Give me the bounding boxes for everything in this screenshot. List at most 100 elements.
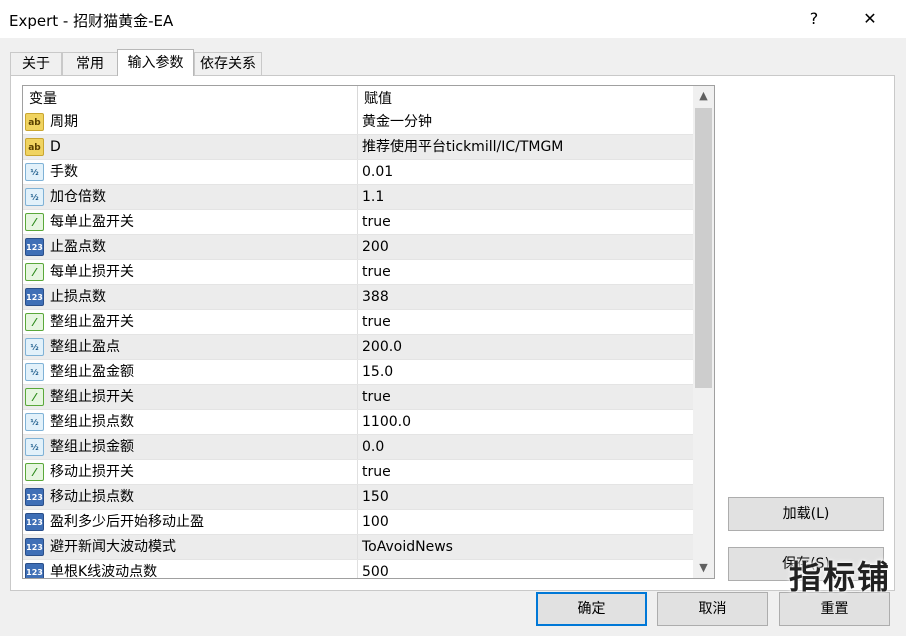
- parameter-value[interactable]: 150: [362, 485, 389, 509]
- parameter-name: 整组止损金额: [50, 439, 134, 455]
- cell-divider: [357, 110, 358, 134]
- parameter-value[interactable]: ToAvoidNews: [362, 535, 453, 559]
- column-divider[interactable]: [357, 86, 358, 110]
- ok-button[interactable]: 确定: [536, 592, 647, 626]
- table-row[interactable]: ½ 整组止盈点 200.0: [23, 335, 693, 360]
- window-title: Expert - 招财猫黄金-EA: [9, 12, 174, 30]
- parameter-name: D: [50, 139, 61, 155]
- parameter-name: 移动止损点数: [50, 489, 134, 505]
- scroll-thumb[interactable]: [695, 108, 712, 388]
- int-icon: 123: [25, 288, 44, 306]
- table-row[interactable]: ab D 推荐使用平台tickmill/IC/TMGM: [23, 135, 693, 160]
- cell-divider: [357, 460, 358, 484]
- cell-divider: [357, 310, 358, 334]
- parameter-value[interactable]: 500: [362, 560, 389, 578]
- tab-dependencies[interactable]: 依存关系: [194, 52, 262, 75]
- scroll-down-icon[interactable]: ▼: [693, 558, 714, 578]
- parameter-name: 整组止盈金额: [50, 364, 134, 380]
- tab-panel: 变量 赋值 ab 周期 黄金一分钟 ab D 推荐使用平台tickmill/IC/TMGM…: [10, 75, 895, 591]
- help-button[interactable]: ?: [794, 6, 834, 32]
- parameter-value[interactable]: true: [362, 385, 391, 409]
- table-row[interactable]: 123 单根K线波动点数 500: [23, 560, 693, 578]
- parameter-name: 整组止损点数: [50, 414, 134, 430]
- parameter-name: 盈利多少后开始移动止盈: [50, 514, 204, 530]
- table-row[interactable]: ⁄ 每单止盈开关 true: [23, 210, 693, 235]
- parameter-value[interactable]: 100: [362, 510, 389, 534]
- table-row[interactable]: ⁄ 移动止损开关 true: [23, 460, 693, 485]
- table-row[interactable]: ½ 手数 0.01: [23, 160, 693, 185]
- table-row[interactable]: ⁄ 每单止损开关 true: [23, 260, 693, 285]
- table-row[interactable]: 123 盈利多少后开始移动止盈 100: [23, 510, 693, 535]
- parameter-value[interactable]: true: [362, 460, 391, 484]
- string-icon: ab: [25, 138, 44, 156]
- parameter-value[interactable]: 推荐使用平台tickmill/IC/TMGM: [362, 135, 563, 159]
- table-row[interactable]: ½ 整组止损点数 1100.0: [23, 410, 693, 435]
- cell-divider: [357, 485, 358, 509]
- parameter-value[interactable]: 0.0: [362, 435, 384, 459]
- double-icon: ½: [25, 163, 44, 181]
- dialog-body: 关于 常用 输入参数 依存关系 变量 赋值 ab 周期 黄金一分钟 ab D 推荐使用平台…: [0, 38, 906, 636]
- watermark-logo: 指标铺: [788, 558, 891, 596]
- table-row[interactable]: 123 避开新闻大波动模式 ToAvoidNews: [23, 535, 693, 560]
- parameter-grid: 变量 赋值 ab 周期 黄金一分钟 ab D 推荐使用平台tickmill/IC/TMGM…: [22, 85, 715, 579]
- parameter-name: 周期: [50, 114, 78, 130]
- table-row[interactable]: 123 移动止损点数 150: [23, 485, 693, 510]
- parameter-value[interactable]: true: [362, 310, 391, 334]
- cell-divider: [357, 135, 358, 159]
- parameter-name: 整组止盈点: [50, 339, 120, 355]
- parameter-name: 整组止损开关: [50, 389, 134, 405]
- vertical-scrollbar[interactable]: ▲ ▼: [693, 86, 714, 578]
- parameter-name: 避开新闻大波动模式: [50, 539, 176, 555]
- tab-common[interactable]: 常用: [62, 52, 118, 75]
- table-row[interactable]: 123 止盈点数 200: [23, 235, 693, 260]
- tab-input-params[interactable]: 输入参数: [117, 49, 194, 76]
- parameter-name: 移动止损开关: [50, 464, 134, 480]
- table-row[interactable]: ½ 加仓倍数 1.1: [23, 185, 693, 210]
- bool-icon: ⁄: [25, 263, 44, 281]
- parameter-value[interactable]: 1100.0: [362, 410, 411, 434]
- parameter-value[interactable]: 0.01: [362, 160, 393, 184]
- parameter-value[interactable]: 黄金一分钟: [362, 110, 432, 134]
- parameter-value[interactable]: true: [362, 210, 391, 234]
- table-row[interactable]: ⁄ 整组止盈开关 true: [23, 310, 693, 335]
- parameter-name: 加仓倍数: [50, 189, 106, 205]
- close-button[interactable]: ✕: [850, 6, 890, 32]
- cancel-button[interactable]: 取消: [657, 592, 768, 626]
- cell-divider: [357, 160, 358, 184]
- parameter-value[interactable]: 200: [362, 235, 389, 259]
- cell-divider: [357, 285, 358, 309]
- cell-divider: [357, 560, 358, 578]
- cell-divider: [357, 510, 358, 534]
- grid-header: 变量 赋值: [23, 86, 693, 110]
- parameter-value[interactable]: true: [362, 260, 391, 284]
- table-row[interactable]: ½ 整组止盈金额 15.0: [23, 360, 693, 385]
- int-icon: 123: [25, 563, 44, 578]
- table-row[interactable]: ½ 整组止损金额 0.0: [23, 435, 693, 460]
- parameter-name: 每单止损开关: [50, 264, 134, 280]
- scroll-up-icon[interactable]: ▲: [693, 86, 714, 106]
- parameter-value[interactable]: 15.0: [362, 360, 393, 384]
- int-icon: 123: [25, 538, 44, 556]
- parameter-value[interactable]: 388: [362, 285, 389, 309]
- table-row[interactable]: ab 周期 黄金一分钟: [23, 110, 693, 135]
- cell-divider: [357, 360, 358, 384]
- bool-icon: ⁄: [25, 213, 44, 231]
- load-button[interactable]: 加载(L): [728, 497, 884, 531]
- column-header-value[interactable]: 赋值: [364, 86, 392, 110]
- cell-divider: [357, 385, 358, 409]
- parameter-value[interactable]: 1.1: [362, 185, 384, 209]
- cell-divider: [357, 435, 358, 459]
- column-header-variable[interactable]: 变量: [29, 86, 57, 110]
- parameter-name: 止盈点数: [50, 239, 106, 255]
- parameter-name: 止损点数: [50, 289, 106, 305]
- tab-about[interactable]: 关于: [10, 52, 62, 75]
- cell-divider: [357, 235, 358, 259]
- title-bar: Expert - 招财猫黄金-EA ? ✕: [0, 0, 906, 38]
- bool-icon: ⁄: [25, 388, 44, 406]
- table-row[interactable]: ⁄ 整组止损开关 true: [23, 385, 693, 410]
- parameter-name: 手数: [50, 164, 78, 180]
- parameter-value[interactable]: 200.0: [362, 335, 402, 359]
- double-icon: ½: [25, 188, 44, 206]
- table-row[interactable]: 123 止损点数 388: [23, 285, 693, 310]
- cell-divider: [357, 210, 358, 234]
